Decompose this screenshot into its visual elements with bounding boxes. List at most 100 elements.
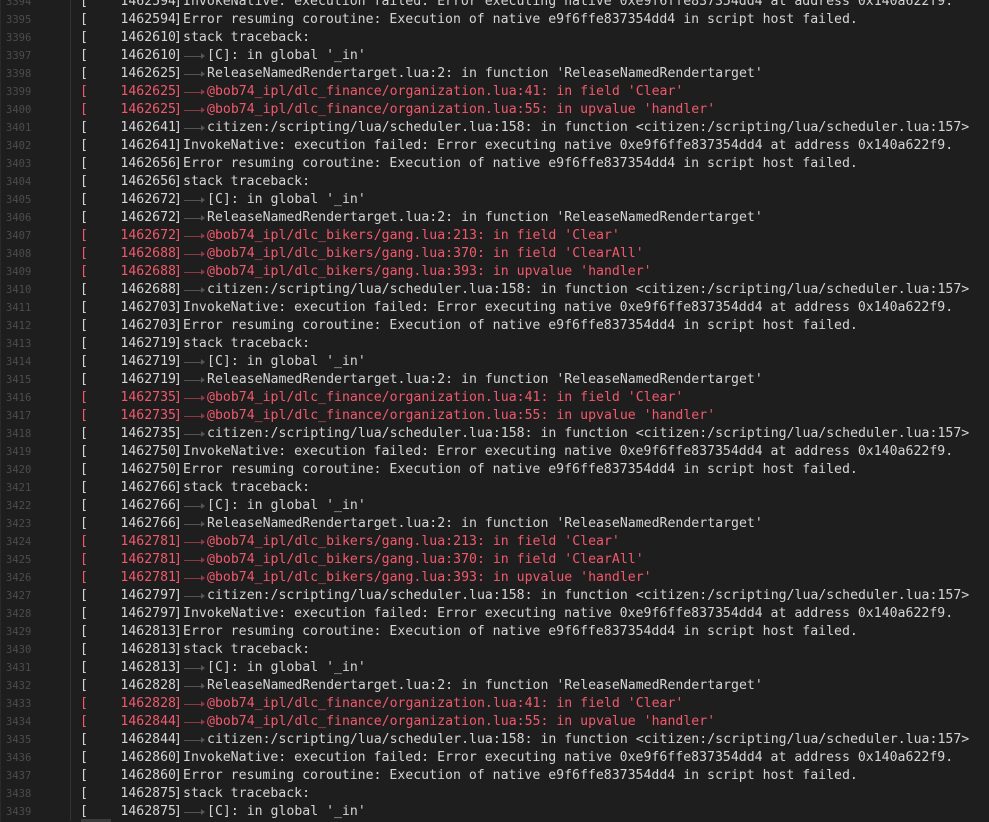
log-line[interactable]: 3423 [1462766] ReleaseNamedRendertarget.lu…: [0, 515, 989, 533]
log-line[interactable]: 3402 [1462641] InvokeNative: execution fai…: [0, 137, 989, 155]
log-line[interactable]: 3416 [1462735] @bob74_ipl/dlc_finance/orga…: [0, 389, 989, 407]
log-line[interactable]: 3418 [1462735] citizen:/scripting/lua/sche…: [0, 425, 989, 443]
log-message: @bob74_ipl/dlc_finance/organization.lua:…: [207, 714, 716, 729]
line-number: 3404: [6, 176, 32, 188]
log-line[interactable]: 3435 [1462844] citizen:/scripting/lua/sche…: [0, 731, 989, 749]
timestamp: 1462672: [120, 192, 176, 207]
tab-arrow-icon: [184, 377, 205, 383]
log-line[interactable]: 3414 [1462719] [C]: in global '_in': [0, 353, 989, 371]
timestamp-open-bracket: [: [80, 264, 88, 279]
log-line[interactable]: 3397 [1462610] [C]: in global '_in': [0, 47, 989, 65]
timestamp-open-bracket: [: [80, 48, 88, 63]
timestamp-open-bracket: [: [80, 426, 88, 441]
tab-arrow-icon: [184, 521, 205, 527]
log-line[interactable]: 3439[1462875] [C]: in global '_in': [0, 803, 989, 821]
log-line[interactable]: 3421 [1462766] stack traceback:: [0, 479, 989, 497]
tab-arrow-icon: [184, 107, 205, 113]
log-message: Error resuming coroutine: Execution of n…: [183, 768, 858, 783]
timestamp-open-bracket: [: [80, 102, 88, 117]
indent-guide: [70, 407, 71, 425]
log-line[interactable]: 3408 [1462688] @bob74_ipl/dlc_bikers/gang.…: [0, 245, 989, 263]
log-line[interactable]: 3415 [1462719] ReleaseNamedRendertarget.lu…: [0, 371, 989, 389]
log-line[interactable]: 3436 [1462860] InvokeNative: execution fai…: [0, 749, 989, 767]
tab-arrow-icon: [184, 557, 205, 563]
log-line[interactable]: 3426 [1462781] @bob74_ipl/dlc_bikers/gang.…: [0, 569, 989, 587]
log-lines[interactable]: 3394[1462594] InvokeNative: execution fai…: [0, 0, 989, 821]
indent-guide: [70, 65, 71, 83]
log-line[interactable]: 3396 [1462610] stack traceback:: [0, 29, 989, 47]
log-message: Error resuming coroutine: Execution of n…: [183, 12, 858, 27]
log-line[interactable]: 3411 [1462703] InvokeNative: execution fai…: [0, 299, 989, 317]
log-message: stack traceback:: [183, 30, 311, 45]
log-message: @bob74_ipl/dlc_bikers/gang.lua:393: in u…: [207, 264, 652, 279]
log-line[interactable]: 3409 [1462688] @bob74_ipl/dlc_bikers/gang.…: [0, 263, 989, 281]
log-line[interactable]: 3401 [1462641] citizen:/scripting/lua/sche…: [0, 119, 989, 137]
log-line[interactable]: 3424 [1462781] @bob74_ipl/dlc_bikers/gang.…: [0, 533, 989, 551]
log-message: stack traceback:: [183, 174, 311, 189]
log-line[interactable]: 3425 [1462781] @bob74_ipl/dlc_bikers/gang.…: [0, 551, 989, 569]
log-line[interactable]: 3400 [1462625] @bob74_ipl/dlc_finance/orga…: [0, 101, 989, 119]
log-line[interactable]: 3422 [1462766] [C]: in global '_in': [0, 497, 989, 515]
log-line[interactable]: 3410 [1462688] citizen:/scripting/lua/sche…: [0, 281, 989, 299]
log-line[interactable]: 3429 [1462813] Error resuming coroutine: E…: [0, 623, 989, 641]
timestamp-close-bracket: ]: [174, 606, 182, 621]
timestamp-close-bracket: ]: [174, 804, 182, 819]
timestamp-close-bracket: ]: [174, 714, 182, 729]
log-message: @bob74_ipl/dlc_bikers/gang.lua:393: in u…: [207, 570, 652, 585]
log-line[interactable]: 3431 [1462813] [C]: in global '_in': [0, 659, 989, 677]
log-line[interactable]: 3427 [1462797] citizen:/scripting/lua/sche…: [0, 587, 989, 605]
indent-guide: [70, 137, 71, 155]
line-number: 3394: [6, 0, 32, 8]
log-line[interactable]: 3398 [1462625] ReleaseNamedRendertarget.lu…: [0, 65, 989, 83]
line-number: 3424: [6, 536, 32, 548]
tab-arrow-icon: [184, 701, 205, 707]
indent-guide: [70, 191, 71, 209]
log-message: [C]: in global '_in': [207, 192, 366, 207]
timestamp-close-bracket: ]: [174, 30, 182, 45]
log-line[interactable]: 3437 [1462860] Error resuming coroutine: E…: [0, 767, 989, 785]
line-number: 3400: [6, 104, 32, 116]
log-line[interactable]: 3419 [1462750] InvokeNative: execution fai…: [0, 443, 989, 461]
line-number: 3433: [6, 698, 32, 710]
indent-guide: [70, 389, 71, 407]
timestamp-open-bracket: [: [80, 210, 88, 225]
timestamp-open-bracket: [: [80, 786, 88, 801]
log-line[interactable]: 3433 [1462828] @bob74_ipl/dlc_finance/orga…: [0, 695, 989, 713]
indent-guide: [70, 479, 71, 497]
log-line[interactable]: 3405 [1462672] [C]: in global '_in': [0, 191, 989, 209]
timestamp-open-bracket: [: [80, 246, 88, 261]
log-line[interactable]: 3403 [1462656] Error resuming coroutine: E…: [0, 155, 989, 173]
log-message: stack traceback:: [183, 786, 311, 801]
log-line[interactable]: 3432 [1462828] ReleaseNamedRendertarget.lu…: [0, 677, 989, 695]
line-number: 3410: [6, 284, 32, 296]
log-line[interactable]: 3434 [1462844] @bob74_ipl/dlc_finance/orga…: [0, 713, 989, 731]
indent-guide: [70, 299, 71, 317]
timestamp: 1462860: [120, 750, 176, 765]
tab-arrow-icon: [184, 809, 205, 815]
tab-arrow-icon: [184, 53, 205, 59]
timestamp-open-bracket: [: [80, 624, 88, 639]
log-line[interactable]: 3438 [1462875] stack traceback:: [0, 785, 989, 803]
log-line[interactable]: 3430 [1462813] stack traceback:: [0, 641, 989, 659]
timestamp: 1462844: [120, 714, 176, 729]
log-line[interactable]: 3395 [1462594] Error resuming coroutine: E…: [0, 11, 989, 29]
timestamp-open-bracket: [: [80, 84, 88, 99]
log-line[interactable]: 3404 [1462656] stack traceback:: [0, 173, 989, 191]
log-editor[interactable]: 3394[1462594] InvokeNative: execution fai…: [0, 0, 989, 822]
timestamp: 1462688: [120, 246, 176, 261]
log-line[interactable]: 3420 [1462750] Error resuming coroutine: E…: [0, 461, 989, 479]
log-line[interactable]: 3413 [1462719] stack traceback:: [0, 335, 989, 353]
line-number: 3431: [6, 662, 32, 674]
indent-guide: [70, 29, 71, 47]
log-line[interactable]: 3399 [1462625] @bob74_ipl/dlc_finance/orga…: [0, 83, 989, 101]
indent-guide: [70, 587, 71, 605]
tab-arrow-icon: [184, 233, 205, 239]
log-line[interactable]: 3394 [1462594] InvokeNative: execution fai…: [0, 0, 989, 11]
log-line[interactable]: 3412 [1462703] Error resuming coroutine: E…: [0, 317, 989, 335]
line-number: 3422: [6, 500, 32, 512]
log-message: ReleaseNamedRendertarget.lua:2: in funct…: [207, 516, 763, 531]
log-line[interactable]: 3417 [1462735] @bob74_ipl/dlc_finance/orga…: [0, 407, 989, 425]
log-line[interactable]: 3406 [1462672] ReleaseNamedRendertarget.lu…: [0, 209, 989, 227]
log-line[interactable]: 3407 [1462672] @bob74_ipl/dlc_bikers/gang.…: [0, 227, 989, 245]
log-line[interactable]: 3428 [1462797] InvokeNative: execution fai…: [0, 605, 989, 623]
